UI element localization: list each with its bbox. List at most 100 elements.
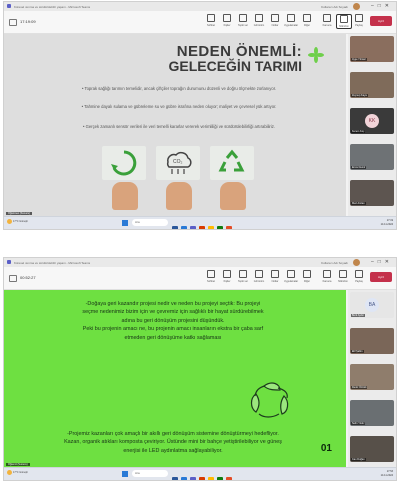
teams-app-icon (7, 260, 11, 264)
slide-paragraph-2: -Projemiz kazanları çok amaçlı bir akıll… (64, 431, 282, 454)
more-icon (303, 14, 311, 22)
cloud-co2-icon: CO₂ (166, 151, 192, 174)
window-controls[interactable]: –□✕ (371, 3, 393, 9)
chat-button[interactable]: Sohbet (204, 14, 218, 27)
profile-avatar[interactable] (353, 259, 360, 266)
hand-3 (220, 182, 246, 210)
teams-icon[interactable] (190, 226, 196, 229)
people-button[interactable]: Kişiler (220, 14, 234, 27)
taskbar-search[interactable]: Ara (132, 470, 168, 477)
folder-icon[interactable] (208, 226, 214, 229)
view-icon (255, 270, 263, 278)
windows-start-icon[interactable] (122, 471, 128, 477)
powerpoint-icon[interactable] (199, 477, 205, 480)
react-button[interactable]: Tepki ver (236, 14, 250, 27)
notes-button[interactable]: Notlar (268, 270, 282, 283)
window-title: Küresel ısınma ve sürdürülebilir yaşam -… (14, 261, 91, 265)
participant-tile[interactable]: Can Doğan (350, 436, 394, 462)
participant-tile[interactable]: KK Kerem Koç (350, 108, 394, 134)
camera-icon (323, 270, 331, 278)
slide-title: NEDEN ÖNEMLİ: GELECEĞİN TARIMI (168, 44, 302, 74)
view-button[interactable]: Görünüm (252, 270, 266, 283)
chat-icon (207, 270, 215, 278)
meeting-info-icon[interactable] (9, 275, 17, 282)
teams-icon[interactable] (190, 477, 196, 480)
participant-tile[interactable]: BA Berk Aydın (350, 292, 394, 318)
participant-tile[interactable]: Elif Şahin (350, 328, 394, 354)
leave-button[interactable]: Ayrıl (370, 272, 392, 282)
weather-widget[interactable]: 17°C Güneşli (7, 219, 28, 224)
taskbar-search[interactable]: Ara (132, 219, 168, 226)
excel-icon[interactable] (217, 477, 223, 480)
people-icon (223, 14, 231, 22)
file-explorer-icon[interactable] (172, 226, 178, 229)
window-controls[interactable]: –□✕ (371, 259, 393, 265)
chrome-icon[interactable] (226, 226, 232, 229)
camera-button[interactable]: Kamera (320, 14, 334, 27)
participant-tile[interactable]: Ayşe Yılmaz (350, 36, 394, 62)
sprout-icon (308, 47, 324, 63)
participant-tile[interactable]: Deniz Öztürk (350, 364, 394, 390)
meeting-timer: 00:52:27 (20, 275, 36, 280)
react-button[interactable]: Tepki ver (236, 270, 250, 283)
window-title: Küresel ısınma ve sürdürülebilir yaşam -… (14, 5, 91, 9)
reaction-icon (239, 270, 247, 278)
chat-button[interactable]: Sohbet (204, 270, 218, 283)
share-screen-icon (355, 14, 363, 22)
leave-button[interactable]: Ayrıl (370, 16, 392, 26)
share-button[interactable]: Paylaş (352, 270, 366, 283)
profile-avatar[interactable] (353, 3, 360, 10)
title-bar: Küresel ısınma ve sürdürülebilir yaşam -… (4, 2, 396, 11)
view-button[interactable]: Görünüm (252, 14, 266, 27)
participant-tile[interactable]: Emre Demir (350, 144, 394, 170)
participant-tile[interactable]: Selin Yıldız (350, 400, 394, 426)
mic-button[interactable]: Mikrofon (336, 270, 350, 283)
cycle-card (102, 146, 146, 180)
excel-icon[interactable] (217, 226, 223, 229)
more-button[interactable]: Diğer (300, 270, 314, 283)
mic-button[interactable]: Mikrofon (336, 14, 352, 29)
apps-button[interactable]: Uygulamalar (284, 270, 298, 283)
meeting-info-icon[interactable] (9, 19, 17, 26)
shared-screen: -Doğaya geri kazandır projesi nedir ve n… (4, 290, 346, 468)
edge-icon[interactable] (181, 226, 187, 229)
slide: NEDEN ÖNEMLİ: GELECEĞİN TARIMI • Toprak … (4, 34, 346, 217)
reaction-icon (239, 14, 247, 22)
chrome-icon[interactable] (226, 477, 232, 480)
windows-taskbar: 17°C Güneşli Ara 17:53 14.11.2024 (4, 467, 396, 480)
file-explorer-icon[interactable] (172, 477, 178, 480)
participant-gallery: Ayşe Yılmaz Zeynep Kaya KK Kerem Koç Emre… (348, 34, 396, 217)
camera-button[interactable]: Kamera (320, 270, 334, 283)
shared-screen: NEDEN ÖNEMLİ: GELECEĞİN TARIMI • Toprak … (4, 34, 346, 217)
system-clock[interactable]: 17:53 14.11.2024 (381, 470, 393, 477)
hand-2 (166, 182, 192, 210)
apps-button[interactable]: Uygulamalar (284, 14, 298, 27)
participant-gallery: BA Berk Aydın Elif Şahin Deniz Öztürk Sel… (348, 290, 396, 468)
taskbar-apps (172, 219, 235, 229)
weather-widget[interactable]: 17°C Güneşli (7, 470, 28, 475)
cloud-card: CO₂ (156, 146, 200, 180)
teams-window-2: Küresel ısınma ve sürdürülebilir yaşam -… (3, 257, 397, 481)
signed-in-user[interactable]: Kullanıcı Adı Soyadı (321, 261, 348, 265)
taskbar-apps (172, 470, 235, 480)
meeting-toolbar: 00:52:27 Sohbet Kişiler Tepki ver Görünü… (4, 267, 396, 290)
folder-icon[interactable] (208, 477, 214, 480)
edge-icon[interactable] (181, 477, 187, 480)
bullet-3: • Gerçek zamanlı sensör verileri ile ver… (82, 124, 276, 129)
system-clock[interactable]: 17:19 14.11.2024 (381, 219, 393, 226)
signed-in-user[interactable]: Kullanıcı Adı Soyadı (321, 5, 348, 9)
more-button[interactable]: Diğer (300, 14, 314, 27)
people-button[interactable]: Kişiler (220, 270, 234, 283)
apps-icon (287, 14, 295, 22)
camera-icon (323, 14, 331, 22)
recycle-icon (218, 149, 245, 172)
participant-tile[interactable]: Zeynep Kaya (350, 72, 394, 98)
notes-button[interactable]: Notlar (268, 14, 282, 27)
share-screen-icon (355, 270, 363, 278)
participant-tile[interactable]: Mert Arslan (350, 180, 394, 206)
share-button[interactable]: Paylaş (352, 14, 366, 27)
view-icon (255, 14, 263, 22)
hand-1 (112, 182, 138, 210)
powerpoint-icon[interactable] (199, 226, 205, 229)
windows-start-icon[interactable] (122, 220, 128, 226)
